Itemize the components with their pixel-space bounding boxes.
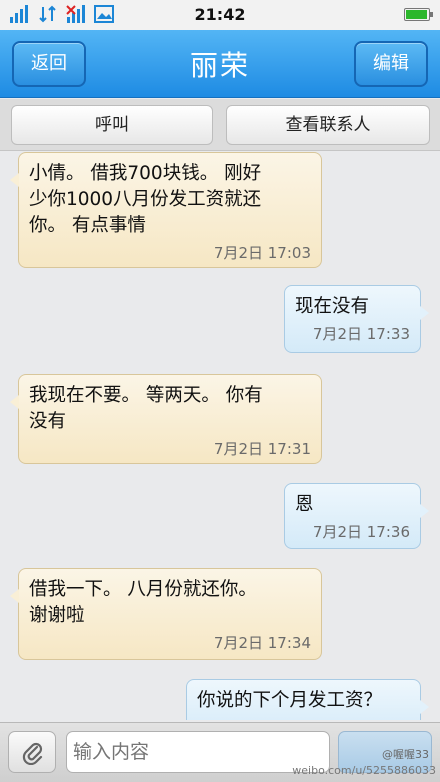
message-timestamp: 7月2日 17:36	[312, 523, 410, 541]
paperclip-icon	[22, 742, 43, 765]
incoming-message[interactable]: 小倩。 借我700块钱。 刚好 少你1000八月份发工资就还 你。 有点事情 7…	[10, 152, 322, 268]
edit-button[interactable]: 编辑	[354, 41, 428, 87]
view-contact-button[interactable]: 查看联系人	[226, 105, 430, 145]
message-timestamp: 7月2日 17:03	[213, 244, 311, 262]
call-button[interactable]: 呼叫	[11, 105, 213, 145]
action-bar: 呼叫 查看联系人	[0, 99, 440, 151]
bubble-tail	[420, 306, 429, 320]
watermark-url: weibo.com/u/5255886033	[292, 764, 436, 777]
message-text-line: 小倩。 借我700块钱。 刚好	[29, 163, 262, 184]
battery-icon	[404, 8, 433, 21]
message-text-line: 借我一下。 八月份就还你。	[29, 579, 257, 600]
outgoing-message[interactable]: 现在没有 7月2日 17:33	[284, 285, 429, 353]
message-text-line: 少你1000八月份发工资就还	[29, 189, 262, 210]
clock: 21:42	[194, 5, 246, 24]
message-timestamp: 7月2日 17:34	[213, 634, 311, 652]
attach-button[interactable]	[8, 731, 56, 773]
header-bar: 返回 丽荣 编辑	[0, 30, 440, 98]
message-text-line: 没有	[29, 411, 67, 432]
message-input[interactable]	[66, 731, 330, 773]
message-timestamp: 7月2日 17:31	[213, 440, 311, 458]
message-text-line: 你说的下个月发工资？	[197, 690, 383, 711]
bubble-tail	[420, 504, 429, 518]
status-bar: 21:42	[0, 0, 440, 30]
bubble-tail	[420, 700, 429, 714]
bubble-tail	[10, 395, 19, 409]
incoming-message[interactable]: 借我一下。 八月份就还你。 谢谢啦 7月2日 17:34	[10, 568, 322, 660]
message-timestamp: 7月2日 17:33	[312, 325, 410, 343]
incoming-message[interactable]: 我现在不要。 等两天。 你有 没有 7月2日 17:31	[10, 374, 322, 464]
message-text-line: 谢谢啦	[29, 605, 85, 626]
message-text-line: 现在没有	[295, 296, 370, 317]
watermark-handle: @喔喔33	[382, 748, 429, 761]
message-thread[interactable]: 小倩。 借我700块钱。 刚好 少你1000八月份发工资就还 你。 有点事情 7…	[0, 152, 440, 720]
message-text-line: 你。 有点事情	[29, 215, 146, 236]
outgoing-message[interactable]: 你说的下个月发工资？	[186, 679, 429, 720]
message-text-line: 恩	[295, 494, 314, 515]
message-text-line: 我现在不要。 等两天。 你有	[29, 385, 263, 406]
outgoing-message[interactable]: 恩 7月2日 17:36	[284, 483, 429, 549]
bubble-tail	[10, 173, 19, 187]
bubble-tail	[10, 589, 19, 603]
